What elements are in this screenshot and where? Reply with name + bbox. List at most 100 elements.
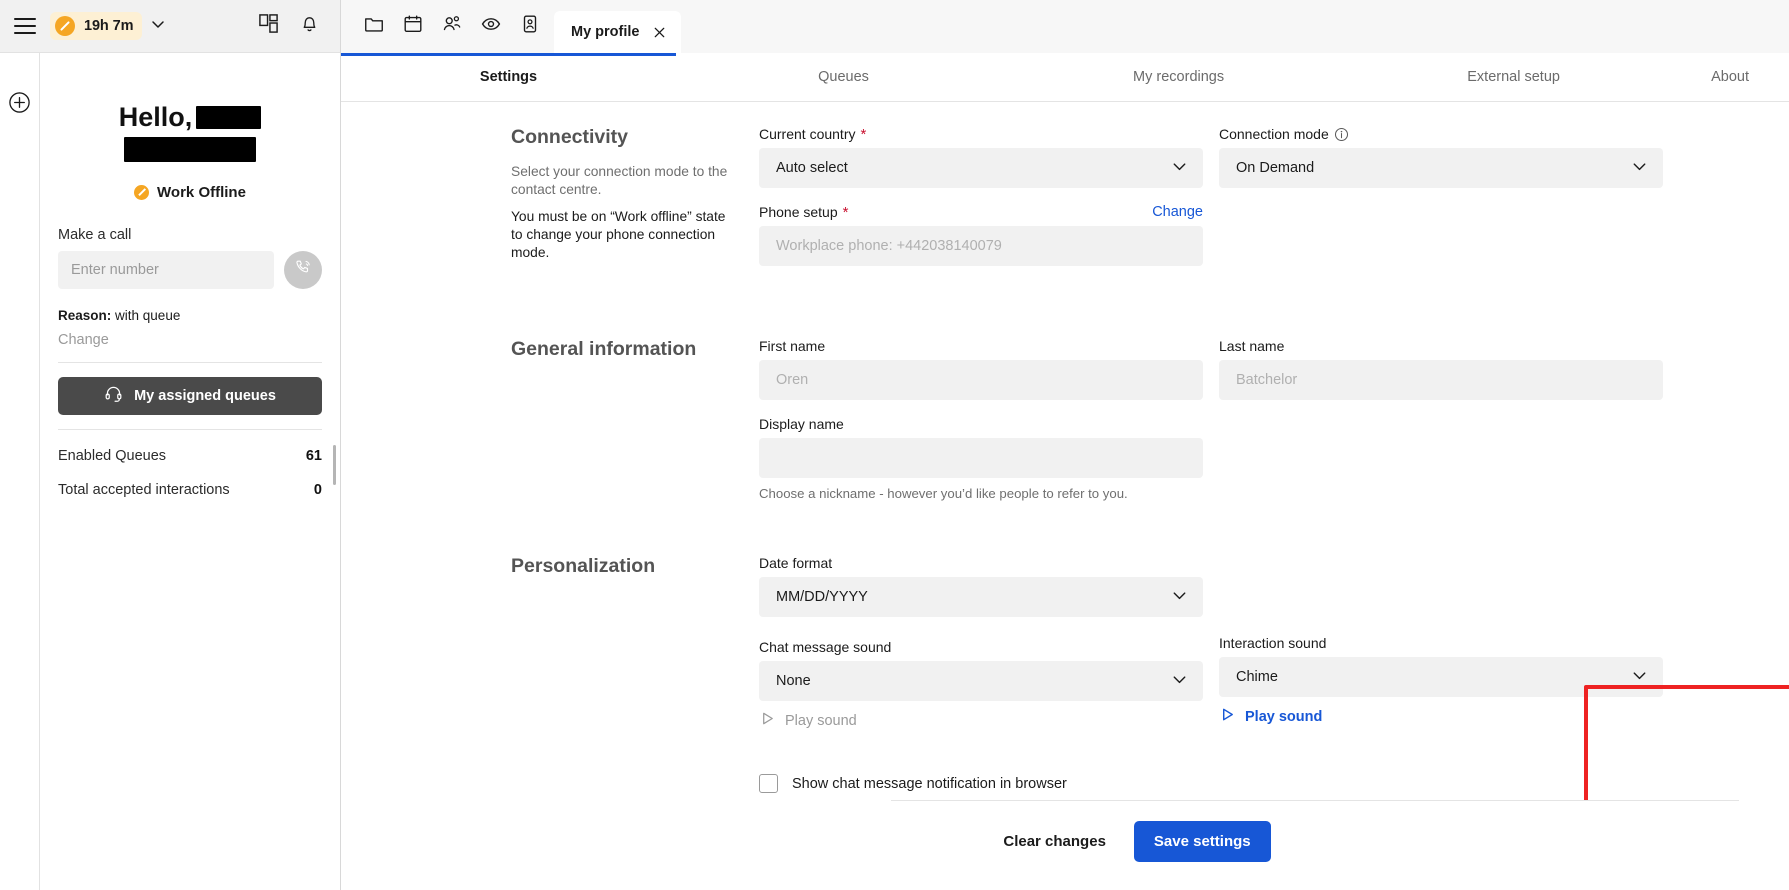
tab-my-recordings[interactable]: My recordings [1011,53,1346,101]
interaction-play-sound-button[interactable]: Play sound [1219,706,1663,728]
chat-message-sound-label: Chat message sound [759,639,1203,655]
display-name-label-text: Display name [759,416,844,432]
interaction-sound-label: Interaction sound [1219,635,1663,651]
calendar-icon[interactable] [398,9,428,39]
phone-call-icon [294,258,313,282]
last-name-label-text: Last name [1219,338,1285,354]
interaction-play-sound-label: Play sound [1245,709,1323,725]
chat-notification-checkbox[interactable] [759,774,778,793]
offline-status-icon [55,16,75,36]
first-name-input[interactable]: Oren [759,360,1203,400]
people-icon[interactable] [437,9,467,39]
general-information-title: General information [511,338,697,360]
current-country-label: Current country * [759,126,1203,142]
date-format-label: Date format [759,555,1203,571]
interaction-sound-value: Chime [1236,669,1278,685]
call-button[interactable] [284,250,322,289]
chevron-down-icon [1630,666,1649,689]
connection-mode-select[interactable]: On Demand [1219,148,1663,188]
stat-label: Total accepted interactions [58,481,230,498]
chevron-down-icon [1170,670,1189,693]
headset-icon [104,384,123,407]
tab-strip: My profile [341,0,1789,53]
tab-settings[interactable]: Settings [341,53,677,101]
display-name-input[interactable] [759,438,1203,478]
tab-external-setup-label: External setup [1467,69,1560,85]
tab-about[interactable]: About [1681,53,1789,101]
redacted-first-name [196,106,262,129]
tab-my-profile-label: My profile [571,24,640,40]
last-name-input[interactable]: Batchelor [1219,360,1663,400]
left-panel-scrollbar[interactable] [333,445,336,485]
section-personalization: Personalization Date format MM/DD/YYYY C… [341,555,1789,793]
general-information-title-column: General information [511,338,759,517]
close-icon[interactable] [652,25,667,40]
tab-queues[interactable]: Queues [676,53,1011,101]
chat-message-sound-select[interactable]: None [759,661,1203,701]
connectivity-description-column: Connectivity Select your connection mode… [511,126,759,282]
change-phone-setup-link[interactable]: Change [1152,204,1203,220]
left-panel: 19h 7m Hello, Work Offline Make a call E… [0,0,340,890]
current-country-select[interactable]: Auto select [759,148,1203,188]
dashboard-icon[interactable] [258,13,279,39]
current-country-value: Auto select [776,160,848,176]
folder-icon[interactable] [359,9,389,39]
icon-tab-group [359,9,545,53]
contact-card-icon[interactable] [515,9,545,39]
connection-mode-label-text: Connection mode [1219,126,1329,142]
date-format-label-text: Date format [759,555,833,571]
left-panel-body: Hello, Work Offline Make a call Enter nu… [0,53,340,890]
tab-external-setup[interactable]: External setup [1346,53,1681,101]
connectivity-fields: Current country * Auto select Phone setu… [759,126,1729,282]
connection-mode-group: Connection mode On Demand [1219,126,1663,188]
connection-mode-value: On Demand [1236,160,1315,176]
presence-indicator[interactable]: Work Offline [58,184,322,201]
save-settings-button[interactable]: Save settings [1133,821,1271,862]
chevron-down-icon[interactable] [150,16,166,37]
stat-enabled-queues: Enabled Queues 61 [58,448,322,464]
stat-total-accepted-interactions: Total accepted interactions 0 [58,482,322,498]
reason-label: Reason: [58,307,112,323]
call-reason: Reason: with queue [58,308,322,323]
stat-value: 61 [305,447,322,464]
profile-panel: Settings Queues My recordings External s… [341,53,1789,890]
last-name-value: Batchelor [1236,372,1298,388]
interaction-sound-select[interactable]: Chime [1219,657,1663,697]
chat-message-sound-group: Chat message sound None Play sound [759,639,1203,732]
connectivity-right-column: Connection mode On Demand [1219,126,1663,282]
play-icon [759,710,776,732]
clear-changes-button[interactable]: Clear changes [989,823,1120,860]
bell-icon[interactable] [299,13,320,39]
profile-nav-tabs: Settings Queues My recordings External s… [341,53,1789,102]
offline-status-icon [134,184,150,200]
eye-icon[interactable] [476,9,506,39]
phone-number-input[interactable] [58,250,274,289]
menu-icon[interactable] [14,18,36,34]
my-assigned-queues-button[interactable]: My assigned queues [58,376,322,415]
redacted-last-name [124,137,256,163]
left-panel-toolbar: 19h 7m [0,0,340,53]
change-reason-link[interactable]: Change [58,332,322,348]
make-a-call-row [58,250,322,289]
settings-form: Connectivity Select your connection mode… [341,102,1789,890]
phone-setup-group: Phone setup * Change Workplace phone: +4… [759,204,1203,266]
tab-my-profile[interactable]: My profile [554,11,682,53]
phone-setup-label: Phone setup * [759,204,1203,220]
interaction-sound-group: Interaction sound Chime Play sound [1219,635,1663,728]
info-icon[interactable] [1334,127,1349,142]
make-a-call-label: Make a call [58,226,132,243]
divider [58,361,322,363]
tab-my-recordings-label: My recordings [1133,69,1225,85]
first-name-label-text: First name [759,338,826,354]
presence-status-pill[interactable]: 19h 7m [50,12,143,40]
interaction-sound-label-text: Interaction sound [1219,635,1327,651]
main-area: My profile Settings Queues My recordings… [341,0,1789,890]
stat-value: 0 [313,481,322,498]
chat-message-sound-label-text: Chat message sound [759,639,892,655]
date-format-select[interactable]: MM/DD/YYYY [759,577,1203,617]
my-assigned-queues-label: My assigned queues [134,387,276,404]
add-icon[interactable] [8,91,31,119]
first-name-label: First name [759,338,1203,354]
chevron-down-icon [1170,157,1189,180]
date-format-group: Date format MM/DD/YYYY [759,555,1203,617]
